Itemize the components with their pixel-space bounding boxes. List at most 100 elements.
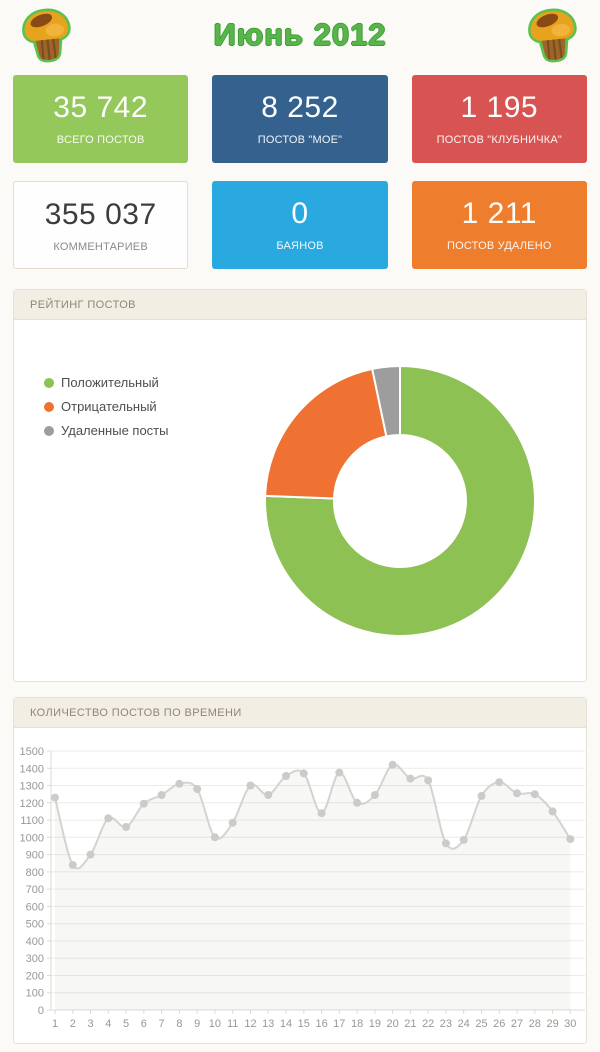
x-axis-label: 28 [529,1018,541,1030]
donut-slice-1 [265,369,386,499]
x-axis-label: 18 [351,1018,363,1030]
timeline-chart: 0100200300400500600700800900100011001200… [14,731,586,1041]
data-point-day-29 [549,807,557,815]
data-point-day-26 [495,778,503,786]
rating-panel-title: РЕЙТИНГ ПОСТОВ [14,290,586,320]
x-axis-label: 10 [209,1018,221,1030]
data-point-day-5 [122,823,130,831]
stat-card-moe-posts: 8 252 ПОСТОВ "МОЕ" [212,75,387,163]
dashboard-page: { "header": { "title": "Июнь 2012" }, "c… [0,0,600,1052]
y-axis-label: 1200 [20,798,44,810]
data-point-day-10 [211,833,219,841]
data-point-day-14 [282,772,290,780]
stat-value: 1 195 [412,91,587,125]
data-point-day-18 [353,799,361,807]
legend-item-positive[interactable]: Положительный [44,375,169,390]
x-axis-label: 6 [141,1018,147,1030]
x-axis-label: 25 [475,1018,487,1030]
data-point-day-1 [51,794,59,802]
x-axis-label: 12 [244,1018,256,1030]
x-axis-label: 11 [227,1018,238,1030]
y-axis-label: 800 [26,867,44,879]
y-axis-label: 0 [38,1005,44,1017]
rating-donut-chart [260,361,540,641]
y-axis-label: 600 [26,901,44,913]
data-point-day-23 [442,839,450,847]
legend-dot-deleted [44,426,54,436]
x-axis-label: 23 [440,1018,452,1030]
x-axis-label: 26 [493,1018,505,1030]
data-point-day-7 [158,791,166,799]
stats-grid: 35 742 ВСЕГО ПОСТОВ 8 252 ПОСТОВ "МОЕ" 1… [13,75,587,269]
y-axis-label: 500 [26,919,44,931]
data-point-day-6 [140,800,148,808]
x-axis-label: 17 [333,1018,345,1030]
y-axis-label: 1400 [20,763,44,775]
y-axis-label: 900 [26,850,44,862]
page-title: Июнь 2012 [0,0,600,70]
legend-item-negative[interactable]: Отрицательный [44,399,169,414]
data-point-day-28 [531,790,539,798]
data-point-day-15 [300,769,308,777]
data-point-day-19 [371,791,379,799]
x-axis-label: 14 [280,1018,292,1030]
stat-card-bayans: 0 БАЯНОВ [212,181,387,269]
data-point-day-17 [335,769,343,777]
x-axis-label: 29 [546,1018,558,1030]
data-point-day-9 [193,785,201,793]
stat-card-deleted-posts: 1 211 ПОСТОВ УДАЛЕНО [412,181,587,269]
stat-value: 8 252 [212,91,387,125]
donut-legend: Положительный Отрицательный Удаленные по… [44,375,169,447]
x-axis-label: 1 [52,1018,58,1030]
y-axis-label: 100 [26,988,44,1000]
x-axis-label: 5 [123,1018,129,1030]
x-axis-label: 2 [70,1018,76,1030]
x-axis-label: 8 [176,1018,182,1030]
data-point-day-25 [478,792,486,800]
data-point-day-27 [513,789,521,797]
y-axis-label: 300 [26,953,44,965]
x-axis-label: 16 [315,1018,327,1030]
data-point-day-16 [318,809,326,817]
timeline-panel-title: КОЛИЧЕСТВО ПОСТОВ ПО ВРЕМЕНИ [14,698,586,728]
legend-item-deleted[interactable]: Удаленные посты [44,423,169,438]
y-axis-label: 1300 [20,781,44,793]
stat-label: ПОСТОВ "КЛУБНИЧКА" [412,134,587,146]
stat-value: 1 211 [412,197,587,231]
y-axis-label: 700 [26,884,44,896]
x-axis-label: 15 [298,1018,310,1030]
data-point-day-24 [460,836,468,844]
x-axis-label: 21 [404,1018,416,1030]
legend-label: Отрицательный [61,399,157,414]
stat-label: ВСЕГО ПОСТОВ [13,134,188,146]
rating-panel: РЕЙТИНГ ПОСТОВ Положительный Отрицательн… [13,289,587,682]
data-point-day-2 [69,861,77,869]
x-axis-label: 19 [369,1018,381,1030]
x-axis-label: 24 [458,1018,470,1030]
rating-panel-body: Положительный Отрицательный Удаленные по… [14,320,586,681]
y-axis-label: 1000 [20,832,44,844]
timeline-panel-body: 0100200300400500600700800900100011001200… [14,728,586,1043]
x-axis-label: 13 [262,1018,274,1030]
series-area [55,764,570,1010]
stat-label: ПОСТОВ УДАЛЕНО [412,240,587,252]
data-point-day-11 [229,819,237,827]
muffin-icon [15,3,79,67]
data-point-day-22 [424,776,432,784]
x-axis-label: 9 [194,1018,200,1030]
legend-label: Положительный [61,375,159,390]
data-point-day-4 [104,814,112,822]
stat-label: КОММЕНТАРИЕВ [14,241,187,253]
x-axis-label: 30 [564,1018,576,1030]
x-axis-label: 4 [105,1018,111,1030]
page-header: Июнь 2012 [0,0,600,70]
data-point-day-21 [406,775,414,783]
x-axis-label: 22 [422,1018,434,1030]
stat-value: 35 742 [13,91,188,125]
data-point-day-12 [247,782,255,790]
y-axis-label: 200 [26,971,44,983]
x-axis-label: 3 [87,1018,93,1030]
legend-label: Удаленные посты [61,423,169,438]
y-axis-label: 1500 [20,746,44,758]
stat-card-total-posts: 35 742 ВСЕГО ПОСТОВ [13,75,188,163]
